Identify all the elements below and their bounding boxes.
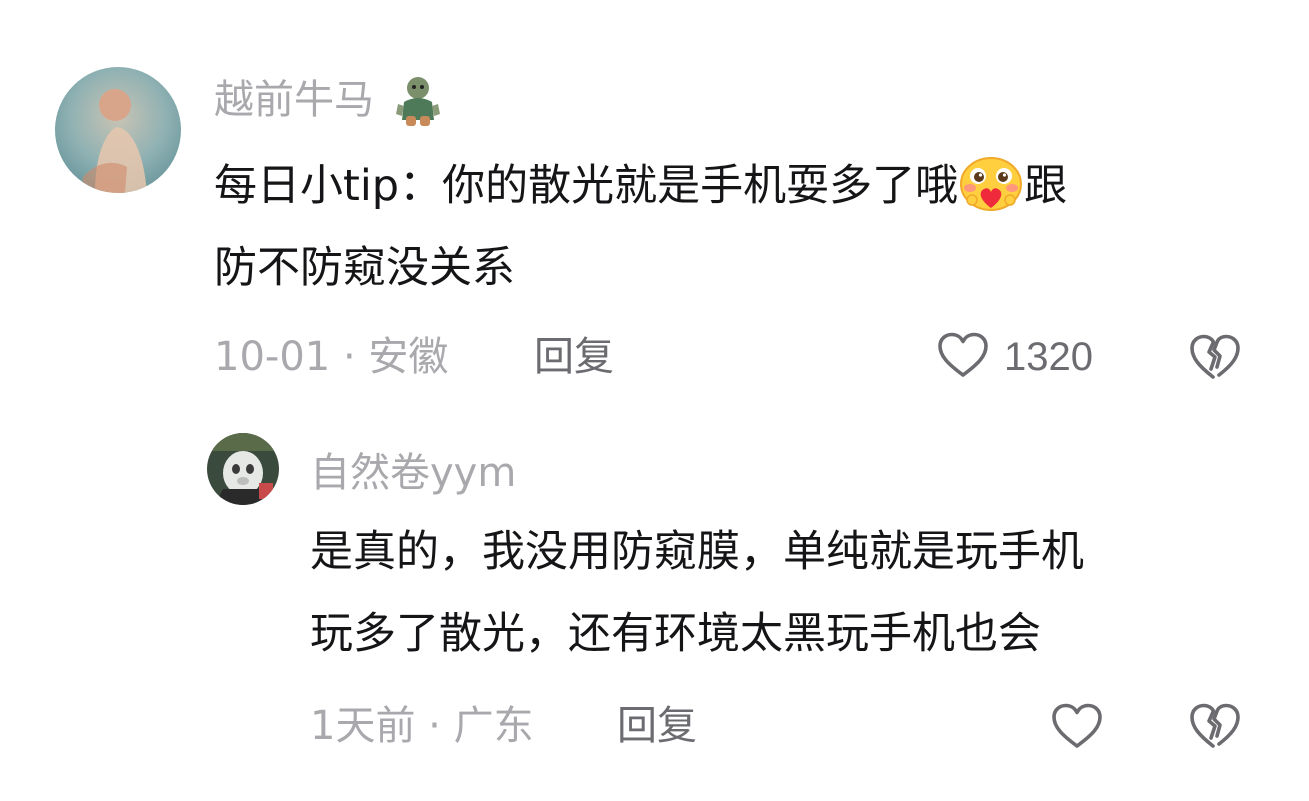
username[interactable]: 越前牛马 (214, 76, 374, 124)
like-button[interactable]: 1320 (936, 331, 1093, 383)
reply-comment-item: 自然卷yym 是真的，我没用防窥膜，单纯就是玩手机 玩多了散光，还有环境太黑玩手… (0, 400, 1309, 801)
comment-item: 越前牛马 每日小tip：你的散光就是手机耍多了哦 跟 防不防窥没关系 10-01… (0, 0, 1309, 400)
like-count: 1320 (1004, 335, 1093, 379)
comment-text-line: 防不防窥没关系 (214, 243, 515, 293)
comment-date-location: 10-01 · 安徽 (214, 334, 449, 380)
heart-outline-icon (936, 331, 990, 383)
shy-heart-emoji (958, 156, 1024, 212)
comment-text: 是真的，我没用防窥膜，单纯就是玩手机 玩多了散光，还有环境太黑玩手机也会 (310, 511, 1084, 675)
character-badge-icon (392, 72, 444, 128)
avatar[interactable] (207, 433, 279, 505)
broken-heart-icon[interactable] (1188, 333, 1242, 381)
comment-text: 每日小tip：你的散光就是手机耍多了哦 跟 防不防窥没关系 (214, 145, 1067, 309)
comment-text-line: 是真的，我没用防窥膜，单纯就是玩手机 (310, 527, 1084, 577)
avatar[interactable] (55, 67, 181, 193)
comment-text-line-end: 跟 (1024, 161, 1068, 211)
comment-text-line: 玩多了散光，还有环境太黑玩手机也会 (310, 609, 1041, 659)
username[interactable]: 自然卷yym (310, 449, 516, 497)
reply-button[interactable]: 回复 (534, 333, 614, 381)
comment-text-line: 每日小tip：你的散光就是手机耍多了哦 (214, 161, 959, 211)
comment-date-location: 1天前 · 广东 (310, 703, 534, 749)
broken-heart-icon[interactable] (1188, 702, 1242, 750)
heart-outline-icon[interactable] (1050, 702, 1104, 750)
reply-button[interactable]: 回复 (617, 702, 697, 750)
